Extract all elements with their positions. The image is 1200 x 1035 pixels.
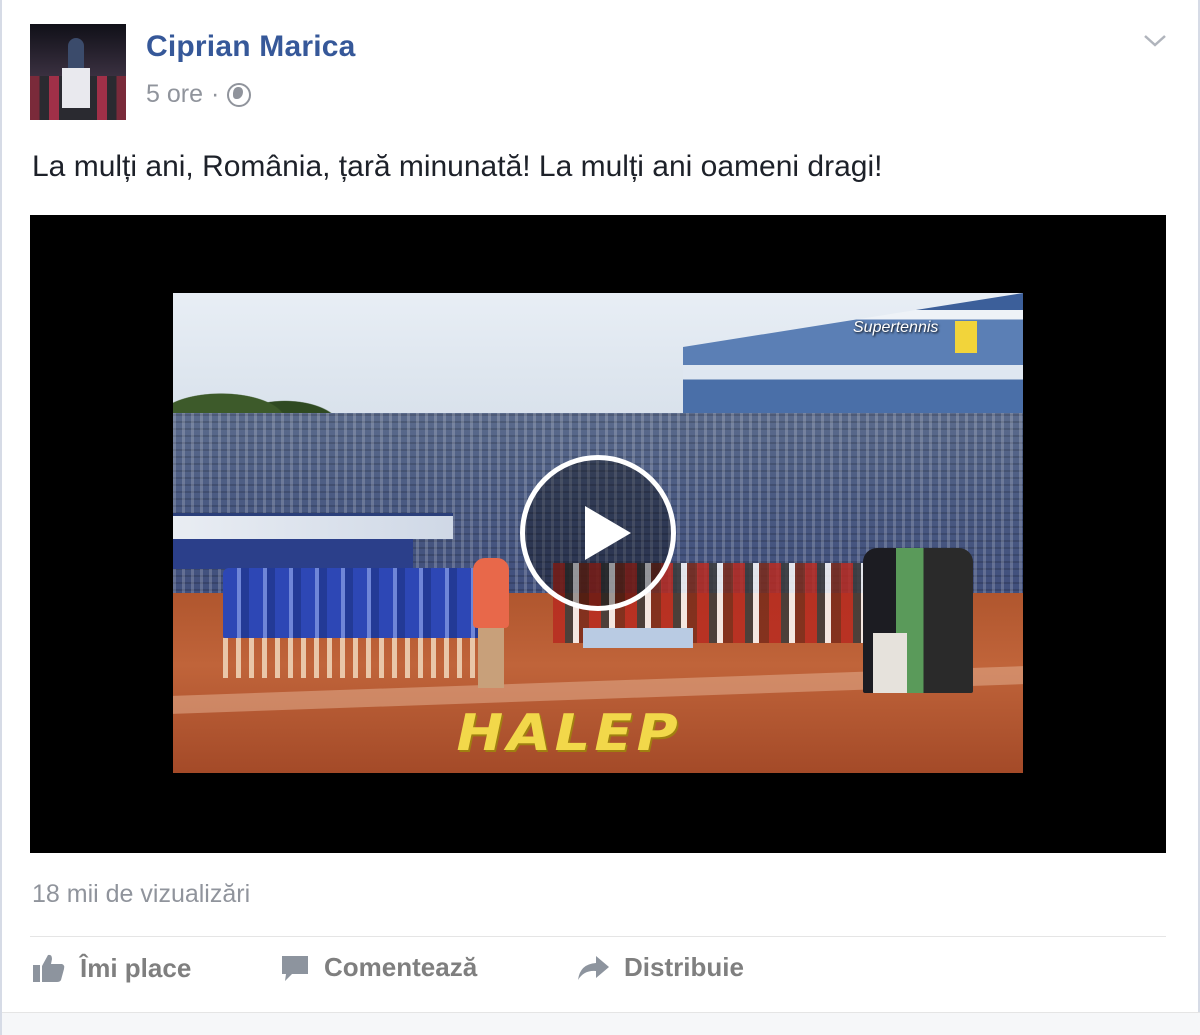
post-meta: 5 ore · xyxy=(146,80,252,109)
meta-separator: · xyxy=(210,80,220,108)
thumbnail-ballkids xyxy=(223,568,483,638)
thumbnail-guest-legs xyxy=(873,633,907,693)
share-label: Distribuie xyxy=(624,952,744,982)
view-count[interactable]: 18 mii de vizualizări xyxy=(32,880,250,909)
like-label: Îmi place xyxy=(80,952,192,983)
globe-icon[interactable] xyxy=(227,82,252,107)
avatar-speaker xyxy=(68,38,84,70)
comment-button[interactable]: Comentează xyxy=(280,952,477,983)
thumbnail-ad-board-lower xyxy=(173,539,413,569)
comment-label: Comentează xyxy=(324,952,478,982)
video-overlay-text: HALEP xyxy=(449,704,688,763)
author-name[interactable]: Ciprian Marica xyxy=(146,30,356,64)
post-text: La mulți ani, România, țară minunată! La… xyxy=(32,150,883,183)
video-player[interactable]: Supertennis HALEP xyxy=(30,215,1166,853)
avatar-podium xyxy=(62,68,90,108)
comments-area-strip xyxy=(2,1012,1200,1035)
thumbnail-player-legs xyxy=(478,628,504,688)
channel-badge xyxy=(955,321,977,353)
play-button[interactable] xyxy=(520,455,676,611)
thumbs-up-icon xyxy=(33,954,65,982)
comment-icon xyxy=(282,955,308,981)
post-time[interactable]: 5 ore xyxy=(146,80,203,109)
share-button[interactable]: Distribuie xyxy=(576,952,744,983)
thumbnail-player xyxy=(473,558,509,628)
thumbnail-ballkids-legs xyxy=(223,638,483,678)
facebook-post: Ciprian Marica 5 ore · La mulți ani, Rom… xyxy=(0,0,1200,1035)
like-button[interactable]: Îmi place xyxy=(32,952,191,984)
channel-logo: Supertennis xyxy=(853,319,939,336)
share-arrow-icon xyxy=(578,955,609,980)
avatar[interactable] xyxy=(30,24,126,120)
thumbnail-trophy-table xyxy=(583,628,693,648)
thumbnail-ad-board xyxy=(173,513,453,539)
chevron-down-icon[interactable] xyxy=(1142,28,1168,54)
play-icon xyxy=(585,506,631,560)
divider xyxy=(30,936,1166,937)
